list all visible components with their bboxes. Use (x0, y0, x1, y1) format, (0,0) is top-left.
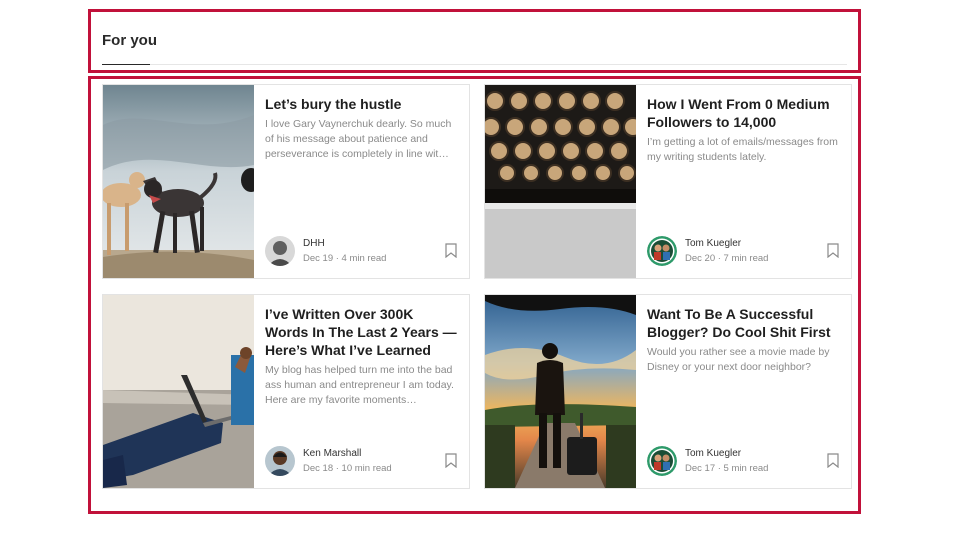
article-excerpt[interactable]: Would you rather see a movie made by Dis… (647, 345, 841, 375)
article-title[interactable]: Want To Be A Successful Blogger? Do Cool… (647, 305, 841, 341)
article-excerpt[interactable]: I love Gary Vaynerchuk dearly. So much o… (265, 117, 459, 162)
article-grid: Let’s bury the hustle I love Gary Vayner… (88, 76, 861, 514)
for-you-header-region: For you (88, 9, 861, 73)
article-date-read-time: Dec 19 · 4 min read (303, 253, 387, 264)
tab-for-you[interactable]: For you (102, 32, 157, 49)
author-avatar[interactable] (265, 236, 295, 266)
article-date-read-time: Dec 20 · 7 min read (685, 253, 769, 264)
active-tab-indicator (102, 64, 150, 65)
author-name[interactable]: Ken Marshall (303, 448, 361, 459)
author-avatar[interactable] (265, 446, 295, 476)
article-title[interactable]: I’ve Written Over 300K Words In The Last… (265, 305, 459, 359)
author-name[interactable]: Tom Kuegler (685, 448, 741, 459)
dogs-photo[interactable] (103, 85, 254, 278)
bookmark-icon[interactable] (445, 453, 457, 468)
bookmark-icon[interactable] (827, 243, 839, 258)
article-excerpt[interactable]: My blog has helped turn me into the bad … (265, 363, 459, 408)
author-avatar[interactable] (647, 236, 677, 266)
article-title[interactable]: How I Went From 0 Medium Followers to 14… (647, 95, 841, 131)
article-card[interactable]: Want To Be A Successful Blogger? Do Cool… (484, 294, 852, 489)
author-name[interactable]: Tom Kuegler (685, 238, 741, 249)
bookmark-icon[interactable] (827, 453, 839, 468)
article-date-read-time: Dec 17 · 5 min read (685, 463, 769, 474)
author-name[interactable]: DHH (303, 238, 325, 249)
article-meta: Tom Kuegler Dec 17 · 5 min read (647, 445, 841, 477)
laptop-photo[interactable] (103, 295, 254, 488)
article-card[interactable]: I’ve Written Over 300K Words In The Last… (102, 294, 470, 489)
author-avatar[interactable] (647, 446, 677, 476)
article-excerpt[interactable]: I’m getting a lot of emails/messages fro… (647, 135, 841, 165)
article-card[interactable]: Let’s bury the hustle I love Gary Vayner… (102, 84, 470, 279)
bookmark-icon[interactable] (445, 243, 457, 258)
tab-divider (102, 64, 847, 65)
article-title[interactable]: Let’s bury the hustle (265, 95, 459, 113)
traveler-sunset-photo[interactable] (485, 295, 636, 488)
article-meta: DHH Dec 19 · 4 min read (265, 235, 459, 267)
article-meta: Tom Kuegler Dec 20 · 7 min read (647, 235, 841, 267)
article-date-read-time: Dec 18 · 10 min read (303, 463, 392, 474)
typewriter-photo[interactable] (485, 85, 636, 278)
article-meta: Ken Marshall Dec 18 · 10 min read (265, 445, 459, 477)
article-card[interactable]: How I Went From 0 Medium Followers to 14… (484, 84, 852, 279)
